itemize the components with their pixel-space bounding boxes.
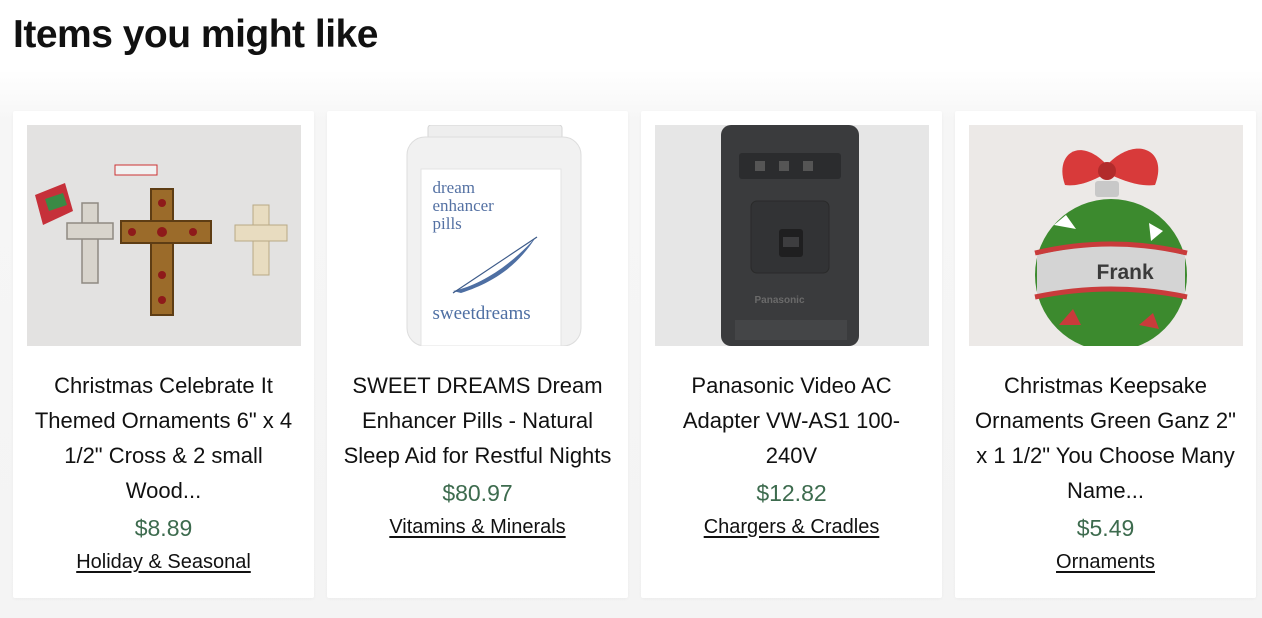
bottle-label-text: dream enhancer pills [432, 178, 494, 233]
product-price: $12.82 [756, 480, 827, 506]
product-price: $8.89 [134, 515, 193, 541]
product-card[interactable]: Panasonic Panasonic Video AC Adapter VW-… [641, 111, 942, 598]
product-title[interactable]: Christmas Celebrate It Themed Ornaments … [30, 368, 298, 508]
name-ornament-image[interactable]: Frank [968, 125, 1243, 346]
ac-adapter-image[interactable]: Panasonic [654, 125, 929, 346]
category-link[interactable]: Ornaments [1056, 548, 1155, 576]
product-card[interactable]: Frank Christmas Keepsake Ornaments Green… [955, 111, 1256, 598]
category-link[interactable]: Chargers & Cradles [704, 513, 880, 541]
section-title: Items you might like [13, 13, 378, 56]
product-card[interactable]: Christmas Celebrate It Themed Ornaments … [13, 111, 314, 598]
recommendations-page: Items you might like Christmas Celebrate… [0, 0, 1262, 618]
bottle-brand-text: sweetdreams [432, 303, 531, 324]
category-link[interactable]: Holiday & Seasonal [76, 548, 251, 576]
supplement-bottle-image[interactable]: dream enhancer pills sweetdreams [340, 125, 615, 346]
product-title[interactable]: Panasonic Video AC Adapter VW-AS1 100-24… [658, 368, 926, 473]
adapter-brand-text: Panasonic [754, 295, 805, 306]
product-title[interactable]: Christmas Keepsake Ornaments Green Ganz … [972, 368, 1240, 508]
product-price: $80.97 [442, 480, 513, 506]
ornament-name-text: Frank [1096, 261, 1154, 284]
product-price: $5.49 [1076, 515, 1135, 541]
product-title[interactable]: SWEET DREAMS Dream Enhancer Pills - Natu… [344, 368, 612, 473]
cross-ornaments-image[interactable] [26, 125, 301, 346]
product-card[interactable]: dream enhancer pills sweetdreams SWEET D… [327, 111, 628, 598]
category-link[interactable]: Vitamins & Minerals [389, 513, 565, 541]
product-carousel: Christmas Celebrate It Themed Ornaments … [13, 111, 1256, 598]
